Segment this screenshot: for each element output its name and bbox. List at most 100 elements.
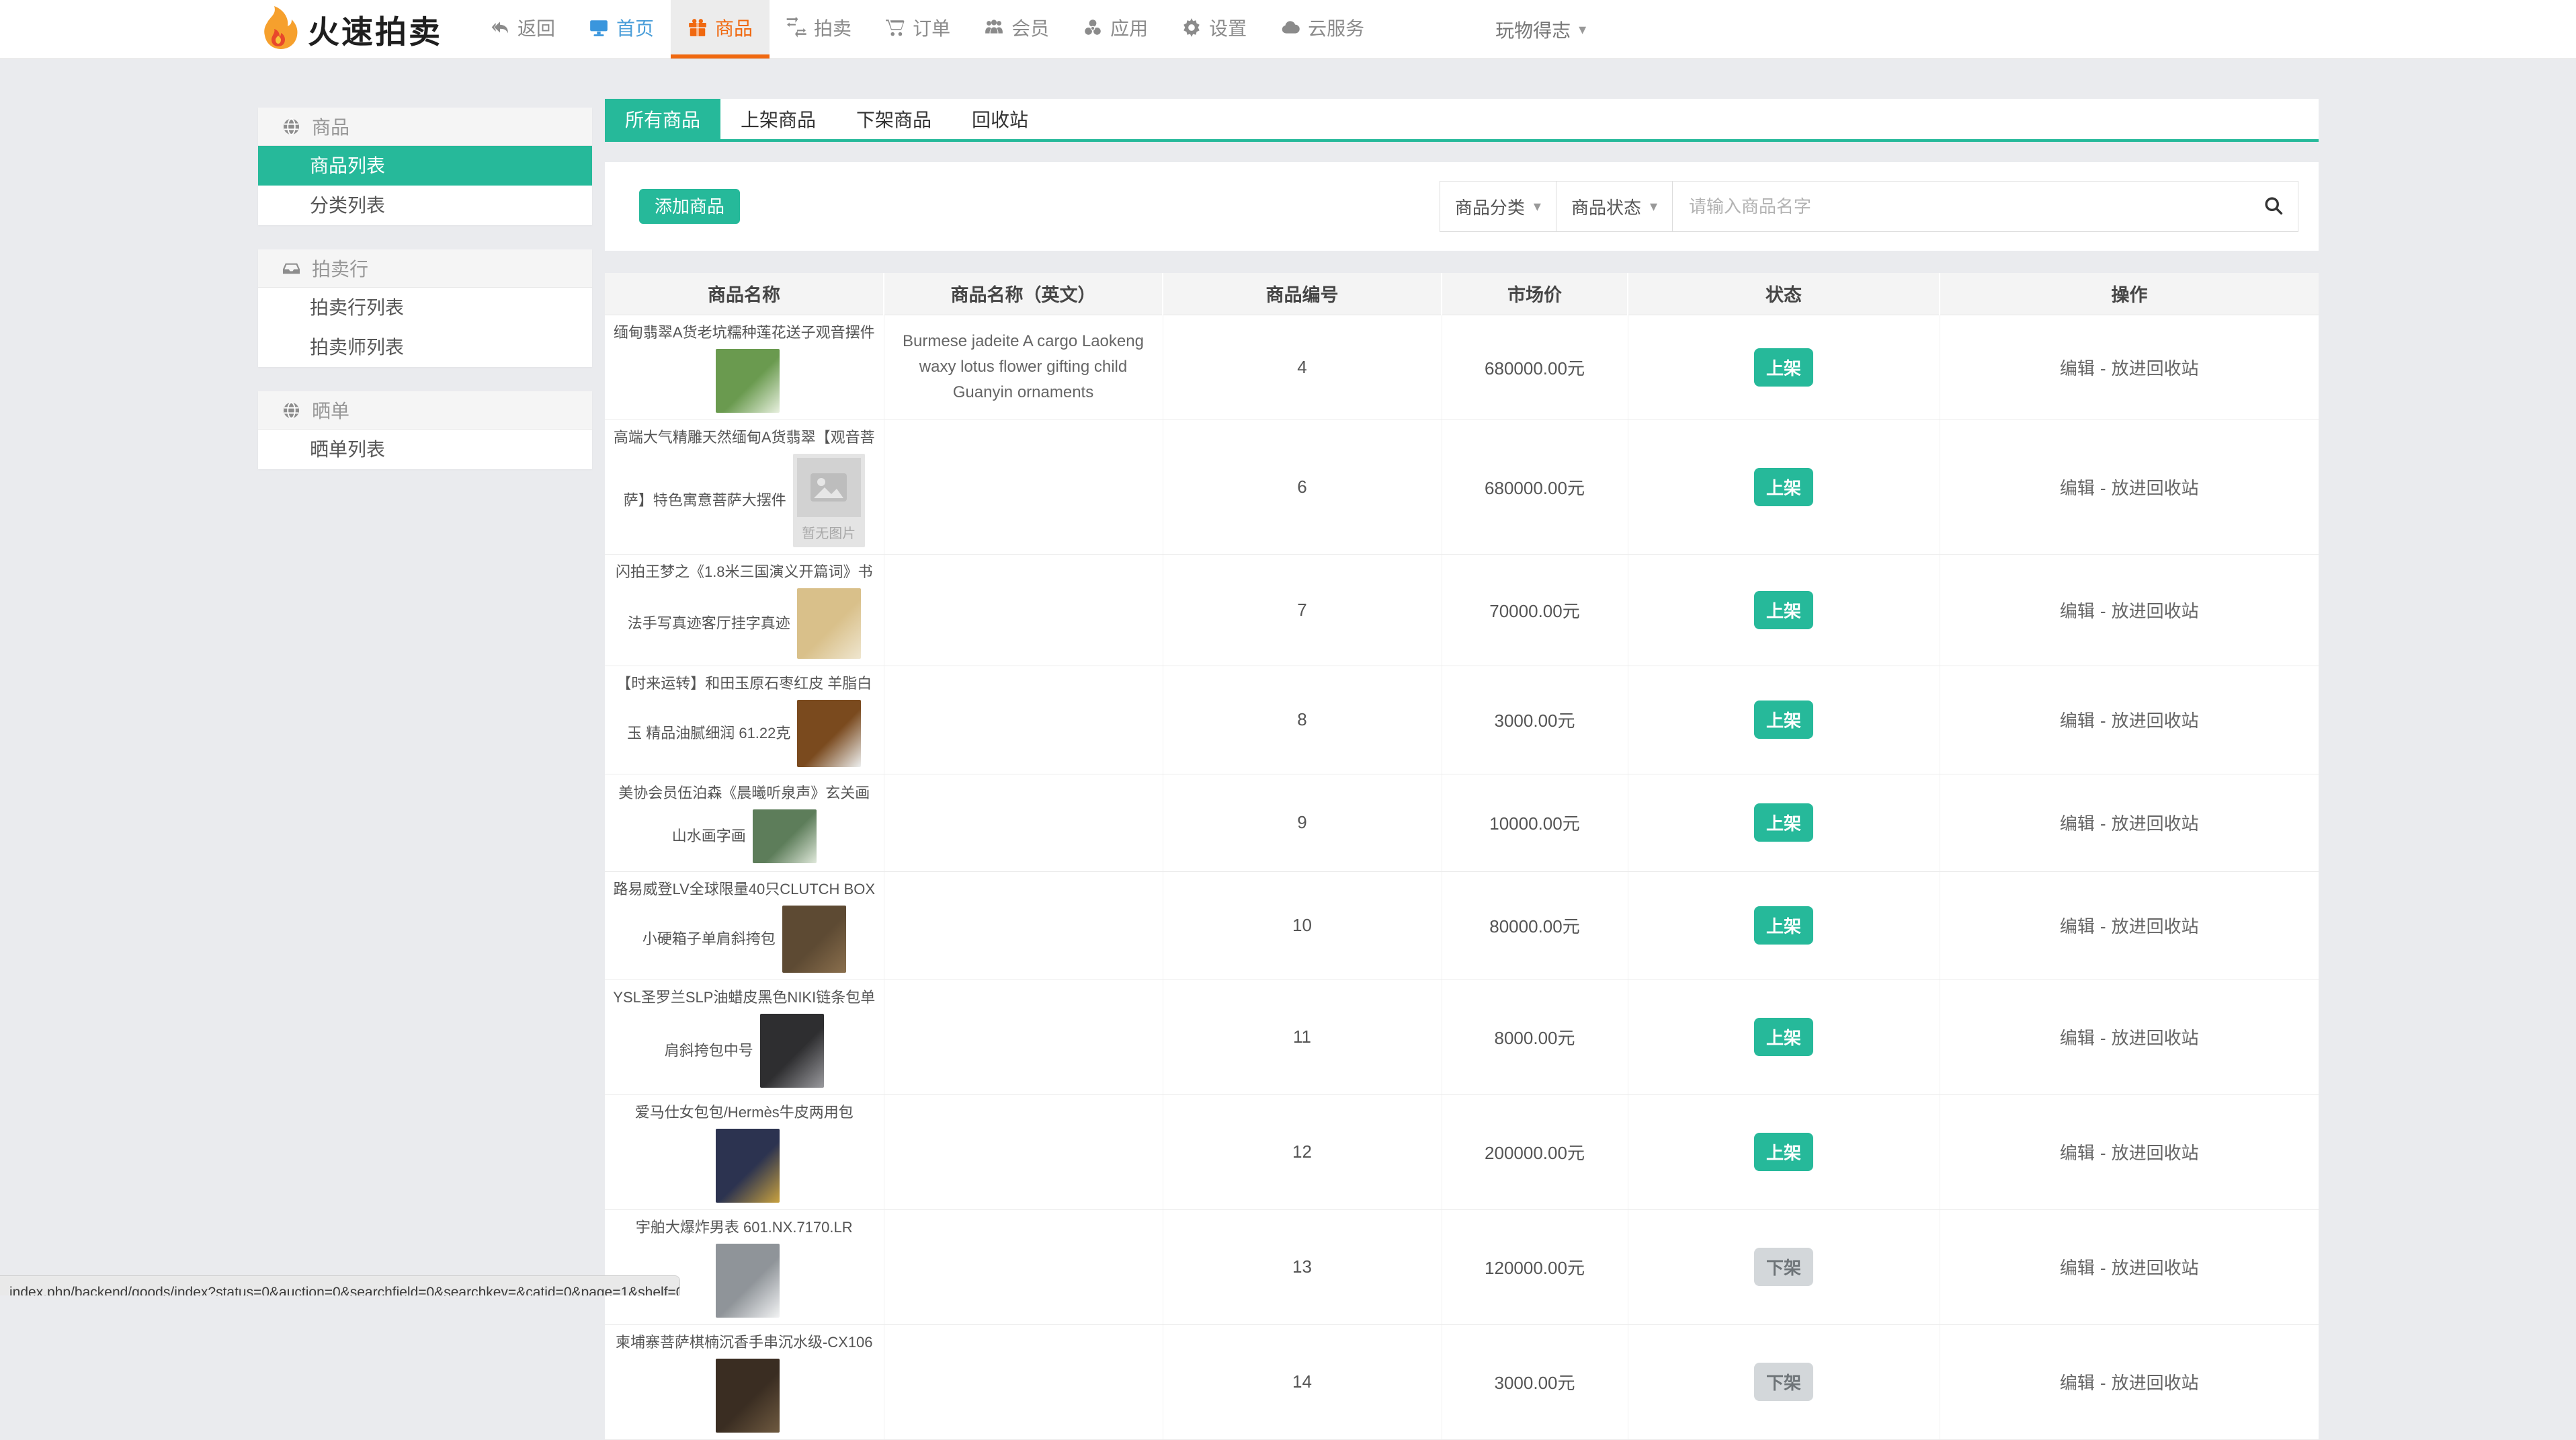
col-status: 状态 xyxy=(1628,273,1940,315)
tab-off-shelf[interactable]: 下架商品 xyxy=(836,99,952,139)
search-input[interactable] xyxy=(1673,182,2249,231)
action-separator: - xyxy=(2100,600,2106,621)
sidebar: 商品 商品列表 分类列表 拍卖行 拍卖行列表 拍卖师列表 晒单 晒单列表 xyxy=(258,108,592,493)
main-nav: 返回 首页 商品 拍卖 订单 会员 应用 设置 云服务 xyxy=(473,0,1381,58)
app-logo[interactable]: 火速拍卖 xyxy=(259,0,442,58)
gift-icon xyxy=(688,17,708,38)
recycle-link[interactable]: 放进回收站 xyxy=(2112,1028,2199,1048)
cell-product-name-en xyxy=(884,774,1163,872)
cell-market-price: 80000.00元 xyxy=(1442,871,1628,980)
nav-item-auction[interactable]: 拍卖 xyxy=(770,0,868,58)
recycle-link[interactable]: 放进回收站 xyxy=(2112,1143,2199,1163)
col-price: 市场价 xyxy=(1442,273,1628,315)
search-filter-group: 商品分类 ▾ 商品状态 ▾ xyxy=(1439,181,2298,232)
product-image: 暂无图片 xyxy=(792,453,865,547)
sidebar-item-goods-list[interactable]: 商品列表 xyxy=(258,146,592,186)
action-separator: - xyxy=(2100,1373,2106,1393)
cell-product-id: 9 xyxy=(1163,774,1442,872)
product-table-body: 缅甸翡翠A货老坑糯种莲花送子观音摆件 Burmese jadeite A car… xyxy=(605,315,2319,1440)
sidebar-group-goods-header: 商品 xyxy=(258,108,592,146)
edit-link[interactable]: 编辑 xyxy=(2060,601,2095,621)
cell-actions: 编辑 - 放进回收站 xyxy=(1940,1094,2319,1210)
edit-link[interactable]: 编辑 xyxy=(2060,1028,2095,1048)
recycle-link[interactable]: 放进回收站 xyxy=(2112,601,2199,621)
globe-icon xyxy=(282,118,300,136)
cell-status: 上架 xyxy=(1628,774,1940,872)
main-content: 所有商品 上架商品 下架商品 回收站 添加商品 商品分类 ▾ 商品状态 ▾ 请输… xyxy=(605,99,2319,1440)
product-name: YSL圣罗兰SLP油蜡皮黑色NIKI链条包单肩斜挎包中号 xyxy=(613,988,876,1059)
gear-icon xyxy=(1181,17,1202,38)
nav-item-settings[interactable]: 设置 xyxy=(1165,0,1263,58)
search-button[interactable] xyxy=(2249,182,2298,231)
recycle-link[interactable]: 放进回收站 xyxy=(2112,478,2199,498)
tab-recycle-bin[interactable]: 回收站 xyxy=(952,99,1048,139)
nav-item-orders[interactable]: 订单 xyxy=(868,0,967,58)
cell-actions: 编辑 - 放进回收站 xyxy=(1940,666,2319,774)
table-header-row: 商品名称 商品名称（英文） 商品编号 市场价 状态 操作 xyxy=(605,273,2319,315)
status-badge: 下架 xyxy=(1753,1248,1813,1286)
goods-table: 商品名称 商品名称（英文） 商品编号 市场价 状态 操作 缅甸翡翠A货老坑糯种莲… xyxy=(605,273,2319,1440)
action-separator: - xyxy=(2100,1258,2106,1278)
cell-product-name: 爱马仕女包包/Hermès牛皮两用包 xyxy=(605,1094,884,1210)
sidebar-item-review-list[interactable]: 晒单列表 xyxy=(258,430,592,469)
cell-actions: 编辑 - 放进回收站 xyxy=(1940,554,2319,666)
recycle-link[interactable]: 放进回收站 xyxy=(2112,358,2199,378)
cell-market-price: 3000.00元 xyxy=(1442,1324,1628,1440)
edit-link[interactable]: 编辑 xyxy=(2060,358,2095,378)
product-image xyxy=(759,1013,824,1088)
sidebar-item-auctioneer-list[interactable]: 拍卖师列表 xyxy=(258,327,592,367)
nav-item-cloud[interactable]: 云服务 xyxy=(1263,0,1381,58)
recycle-link[interactable]: 放进回收站 xyxy=(2112,1373,2199,1393)
status-filter-dropdown[interactable]: 商品状态 ▾ xyxy=(1556,182,1673,231)
edit-link[interactable]: 编辑 xyxy=(2060,1258,2095,1278)
inbox-icon xyxy=(282,259,300,278)
cell-status: 上架 xyxy=(1628,419,1940,555)
action-separator: - xyxy=(2100,711,2106,731)
cell-product-id: 13 xyxy=(1163,1209,1442,1325)
sidebar-item-category-list[interactable]: 分类列表 xyxy=(258,186,592,225)
sidebar-item-auction-house-list[interactable]: 拍卖行列表 xyxy=(258,288,592,327)
product-image xyxy=(752,809,817,863)
recycle-link[interactable]: 放进回收站 xyxy=(2112,813,2199,834)
sidebar-group-goods: 商品 商品列表 分类列表 xyxy=(258,108,592,225)
category-filter-dropdown[interactable]: 商品分类 ▾ xyxy=(1440,182,1556,231)
cell-product-id: 12 xyxy=(1163,1094,1442,1210)
nav-item-members[interactable]: 会员 xyxy=(967,0,1066,58)
chevron-down-icon: ▾ xyxy=(1649,198,1657,214)
recycle-link[interactable]: 放进回收站 xyxy=(2112,1258,2199,1278)
table-row: 爱马仕女包包/Hermès牛皮两用包 12 200000.00元 上架 编辑 - 放… xyxy=(605,1094,2319,1210)
cell-status: 上架 xyxy=(1628,315,1940,420)
cell-status: 下架 xyxy=(1628,1324,1940,1440)
tab-on-shelf[interactable]: 上架商品 xyxy=(720,99,836,139)
cell-product-id: 4 xyxy=(1163,315,1442,420)
add-goods-button[interactable]: 添加商品 xyxy=(639,189,741,224)
product-image xyxy=(796,588,861,659)
nav-item-back[interactable]: 返回 xyxy=(473,0,572,58)
nav-item-apps[interactable]: 应用 xyxy=(1066,0,1165,58)
tab-all-goods[interactable]: 所有商品 xyxy=(605,99,721,139)
recycle-link[interactable]: 放进回收站 xyxy=(2112,711,2199,731)
recycle-link[interactable]: 放进回收站 xyxy=(2112,916,2199,936)
edit-link[interactable]: 编辑 xyxy=(2060,1143,2095,1163)
edit-link[interactable]: 编辑 xyxy=(2060,916,2095,936)
edit-link[interactable]: 编辑 xyxy=(2060,478,2095,498)
sidebar-group-reviews: 晒单 晒单列表 xyxy=(258,391,592,469)
product-name: 宇舶大爆炸男表 601.NX.7170.LR xyxy=(635,1218,853,1236)
product-image xyxy=(797,699,862,767)
table-row: 缅甸翡翠A货老坑糯种莲花送子观音摆件 Burmese jadeite A car… xyxy=(605,315,2319,420)
edit-link[interactable]: 编辑 xyxy=(2060,711,2095,731)
cell-product-id: 6 xyxy=(1163,419,1442,555)
cell-product-name-en xyxy=(884,871,1163,980)
product-name: 缅甸翡翠A货老坑糯种莲花送子观音摆件 xyxy=(613,323,875,341)
edit-link[interactable]: 编辑 xyxy=(2060,813,2095,834)
top-navbar: 火速拍卖 返回 首页 商品 拍卖 订单 会员 应用 设置 云服务 玩物得志 ▾ xyxy=(0,0,2576,59)
exchange-arrows-icon xyxy=(786,17,806,38)
cell-status: 上架 xyxy=(1628,979,1940,1095)
col-id: 商品编号 xyxy=(1163,273,1442,315)
cell-actions: 编辑 - 放进回收站 xyxy=(1940,419,2319,555)
nav-item-home[interactable]: 首页 xyxy=(572,0,671,58)
nav-item-goods[interactable]: 商品 xyxy=(671,0,770,58)
edit-link[interactable]: 编辑 xyxy=(2060,1373,2095,1393)
cell-actions: 编辑 - 放进回收站 xyxy=(1940,315,2319,420)
user-dropdown[interactable]: 玩物得志 ▾ xyxy=(1495,0,1586,58)
